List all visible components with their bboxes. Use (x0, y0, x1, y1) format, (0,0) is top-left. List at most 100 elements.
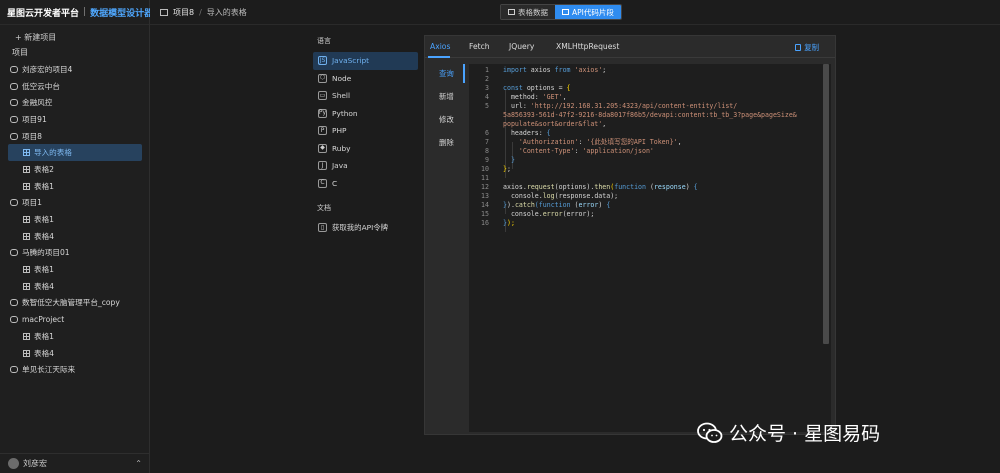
table-icon (23, 165, 30, 173)
breadcrumb-project[interactable]: 项目8 (173, 7, 194, 18)
wechat-icon (697, 422, 723, 443)
tab-axios[interactable]: Axios (430, 42, 450, 51)
tree-project[interactable]: macProject (0, 311, 150, 328)
grid-icon (508, 9, 515, 15)
tree-project[interactable]: 金融风控 (0, 94, 150, 111)
javascript-icon: JS (318, 56, 327, 66)
http-method-list: 查询 新增 修改 删除 (425, 62, 465, 154)
tree-item-label: 表格2 (34, 164, 55, 174)
tree-table[interactable]: 表格1 (0, 328, 150, 345)
sidebar: 星图云开发者平台 | 数据模型设计器 + 新建项目 项目 刘彦宏的项目4 低空云中… (0, 0, 153, 473)
platform-title: 星图云开发者平台 (7, 8, 80, 19)
breadcrumb-separator: / (199, 8, 202, 17)
chevron-up-icon[interactable]: ⌃ (135, 459, 142, 468)
active-tab-indicator (428, 56, 450, 58)
tree-item-label: 表格1 (34, 215, 55, 225)
code-line: 5a856393-561d-47f2-9216-8da8017f86b5/dev… (503, 111, 797, 119)
new-project-button[interactable]: + 新建项目 (15, 32, 56, 43)
user-bar[interactable]: 刘彦宏 ⌃ (0, 453, 150, 473)
get-api-token-link[interactable]: ▯ 获取我的API令牌 (313, 219, 418, 237)
library-tabs: Axios Fetch JQuery XMLHttpRequest 复制 (425, 36, 835, 58)
editor-scrollbar[interactable] (823, 64, 829, 344)
code-line: 1 import axios from 'axios'; (485, 66, 607, 74)
code-line: 11 (481, 174, 489, 182)
tree-table[interactable]: 表格1 (0, 211, 150, 228)
tree-item-label: 低空云中台 (22, 81, 60, 91)
tree-item-label: 项目8 (22, 131, 43, 141)
watermark: 公众号 · 星图易码 (697, 419, 880, 446)
code-editor[interactable]: 1 import axios from 'axios'; 2 3 const opt… (469, 64, 831, 432)
code-line: 3 const options = { (485, 84, 571, 92)
tree-root-label: 项目 (12, 48, 28, 57)
tab-xmlhttprequest[interactable]: XMLHttpRequest (556, 42, 619, 51)
tree-item-label: 表格1 (34, 181, 55, 191)
ruby-icon: ◆ (318, 143, 327, 153)
tab-jquery[interactable]: JQuery (509, 42, 534, 51)
shell-icon: ▭ (318, 91, 327, 101)
top-header: 项目8 / 导入的表格 表格数据 API代码片段 (150, 0, 1000, 25)
method-query[interactable]: 查询 (425, 62, 465, 85)
code-line: 8 'Content-Type': 'application/json' (485, 147, 654, 155)
database-icon (10, 132, 18, 140)
tab-api-snippets[interactable]: API代码片段 (555, 5, 621, 19)
tree-project[interactable]: 单见长江天际来 (0, 361, 150, 378)
python-icon: Py (318, 108, 327, 118)
tree-project[interactable]: 项目8 (0, 128, 150, 145)
avatar[interactable] (8, 458, 19, 469)
method-delete[interactable]: 删除 (425, 131, 465, 154)
book-icon: ▯ (318, 223, 327, 233)
tree-item-label: 数智低空大脑管理平台_copy (22, 298, 120, 308)
tab-fetch[interactable]: Fetch (469, 42, 490, 51)
database-icon (10, 65, 18, 73)
database-icon (10, 366, 18, 374)
tree-item-label: 项目1 (22, 198, 43, 208)
tree-table[interactable]: 导入的表格 (8, 144, 142, 162)
language-java[interactable]: J Java (313, 157, 418, 175)
table-icon (23, 232, 30, 240)
language-python[interactable]: Py Python (313, 105, 418, 123)
tree-project[interactable]: 数智低空大脑管理平台_copy (0, 295, 150, 312)
tree-item-label: 表格1 (34, 265, 55, 275)
code-line: 15 console.error(error); (481, 210, 595, 218)
tree-table[interactable]: 表格4 (0, 278, 150, 295)
database-icon (10, 299, 18, 307)
language-node[interactable]: ⬡ Node (313, 70, 418, 88)
tree-item-label: 单见长江天际来 (22, 365, 76, 375)
language-label: JavaScript (332, 56, 370, 66)
code-line: 4 method: 'GET', (485, 93, 567, 101)
language-ruby[interactable]: ◆ Ruby (313, 140, 418, 158)
tree-table[interactable]: 表格1 (0, 178, 150, 195)
table-icon (23, 282, 30, 290)
database-icon (10, 82, 18, 90)
tree-project[interactable]: 项目91 (0, 111, 150, 128)
tree-project[interactable]: 项目1 (0, 195, 150, 212)
table-icon (23, 332, 30, 340)
code-line: 12 axios.request(options).then(function (… (481, 183, 698, 191)
language-c[interactable]: CC (313, 175, 418, 193)
designer-title[interactable]: 数据模型设计器 (90, 6, 153, 19)
language-section-title: 语言 (317, 37, 331, 45)
tree-project[interactable]: 刘彦宏的项目4 (0, 61, 150, 78)
tree-item-label: 马腾的项目01 (22, 248, 70, 258)
brand-separator: | (83, 7, 87, 17)
code-line: 16}); (481, 219, 515, 227)
tree-project[interactable]: 低空云中台 (0, 78, 150, 95)
tree-table[interactable]: 表格4 (0, 228, 150, 245)
method-update[interactable]: 修改 (425, 108, 465, 131)
node-icon: ⬡ (318, 73, 327, 83)
tree-item-label: 导入的表格 (34, 148, 72, 158)
method-create[interactable]: 新增 (425, 85, 465, 108)
language-javascript[interactable]: JS JavaScript (313, 52, 418, 70)
brand-bar: 星图云开发者平台 | 数据模型设计器 (0, 0, 153, 25)
language-shell[interactable]: ▭ Shell (313, 87, 418, 105)
view-toggle: 表格数据 API代码片段 (500, 4, 622, 20)
c-icon: C (318, 178, 327, 188)
tree-table[interactable]: 表格1 (0, 261, 150, 278)
tree-table[interactable]: 表格4 (0, 345, 150, 362)
tree-project[interactable]: 马腾的项目01 (0, 245, 150, 262)
copy-button[interactable]: 复制 (795, 42, 819, 53)
tab-table-data[interactable]: 表格数据 (501, 5, 555, 19)
language-php[interactable]: P PHP (313, 122, 418, 140)
tree-table[interactable]: 表格2 (0, 161, 150, 178)
language-label: Node (332, 73, 352, 83)
